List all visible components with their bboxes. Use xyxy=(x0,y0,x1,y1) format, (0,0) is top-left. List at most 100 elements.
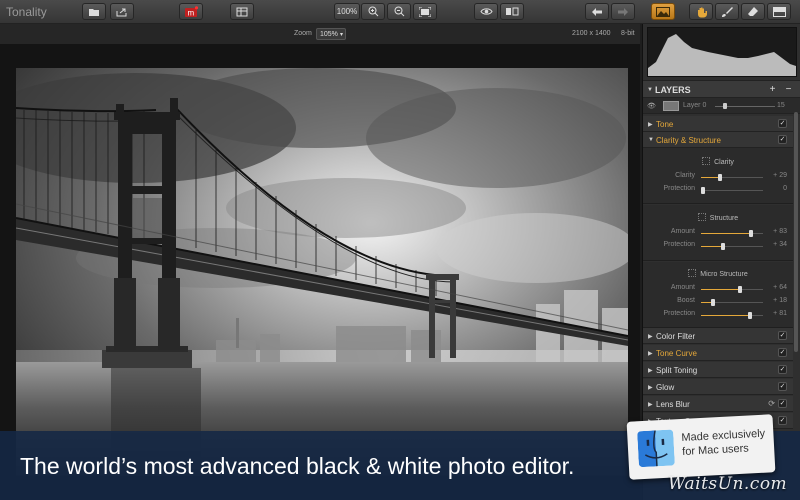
structure-group-title: Structure xyxy=(643,213,793,222)
layers-header: ▼ LAYERS + − xyxy=(643,80,800,98)
slider-track[interactable] xyxy=(701,312,763,319)
slider-track[interactable] xyxy=(701,286,763,293)
brush-button[interactable] xyxy=(715,3,739,20)
section-label: Tone xyxy=(656,120,674,129)
zoom-out-button[interactable] xyxy=(387,3,411,20)
section-clarity-structure[interactable]: ▼ Clarity & Structure ✓ xyxy=(643,132,793,148)
protection-param[interactable]: Protection + 81 xyxy=(643,310,793,320)
fit-screen-button[interactable] xyxy=(413,3,437,20)
slider-track[interactable] xyxy=(701,174,763,181)
m-logo-icon: m xyxy=(185,5,198,17)
protection-param[interactable]: Protection + 34 xyxy=(643,241,793,251)
badge-text: Made exclusively for Mac users xyxy=(681,427,766,458)
fit-screen-icon xyxy=(419,6,431,17)
section-split-toning[interactable]: ▶ Split Toning ✓ xyxy=(643,362,793,378)
remove-layer-button[interactable]: − xyxy=(783,84,794,95)
amount-param[interactable]: Amount + 64 xyxy=(643,284,793,294)
brush-icon xyxy=(722,6,733,17)
open-folder-icon xyxy=(89,8,99,16)
sync-icon[interactable]: ⟳ xyxy=(768,399,775,408)
split-view-icon xyxy=(506,7,519,16)
tone-checkbox[interactable]: ✓ xyxy=(778,119,787,128)
clarity-group: Clarity Clarity + 29 Protection 0 xyxy=(643,148,793,204)
color-filter-checkbox[interactable]: ✓ xyxy=(778,331,787,340)
layer-name: Layer 0 xyxy=(683,102,707,109)
panel-scrollbar[interactable] xyxy=(794,112,798,352)
layer-row[interactable]: 👁 Layer 0 15 xyxy=(643,98,800,114)
boost-param[interactable]: Boost + 18 xyxy=(643,297,793,307)
compare-button[interactable] xyxy=(230,3,254,20)
landscape-button[interactable] xyxy=(651,3,675,20)
lens-blur-checkbox[interactable]: ✓ xyxy=(778,399,787,408)
tone-curve-checkbox[interactable]: ✓ xyxy=(778,348,787,357)
info-bar: Zoom 105% ▾ 2100 x 1400 8-bit xyxy=(0,24,640,44)
section-label: Glow xyxy=(656,383,675,392)
slider-knob[interactable] xyxy=(718,174,722,181)
section-lens-blur[interactable]: ▶ Lens Blur ⟳ ✓ xyxy=(643,396,793,412)
zoom-in-button[interactable] xyxy=(361,3,385,20)
zoom-100-button[interactable]: 100% xyxy=(334,3,360,20)
bit-depth: 8-bit xyxy=(621,30,635,37)
finder-icon xyxy=(637,429,675,468)
hand-tool-icon xyxy=(697,7,707,17)
layer-opacity-knob[interactable] xyxy=(723,103,727,109)
app-title: Tonality xyxy=(6,5,47,19)
slider-track[interactable] xyxy=(701,243,763,250)
section-color-filter[interactable]: ▶ Color Filter ✓ xyxy=(643,328,793,344)
slider-track[interactable] xyxy=(701,230,763,237)
split-view-button[interactable] xyxy=(500,3,524,20)
preview-button[interactable] xyxy=(474,3,498,20)
amount-param[interactable]: Amount + 83 xyxy=(643,228,793,238)
section-label: Lens Blur xyxy=(656,400,690,409)
zoom-select-value: 105% xyxy=(320,31,338,38)
split-toning-checkbox[interactable]: ✓ xyxy=(778,365,787,374)
chevron-down-icon[interactable]: ▼ xyxy=(647,87,653,93)
section-label: Color Filter xyxy=(656,332,696,341)
undo-button[interactable] xyxy=(585,3,609,20)
clarity-checkbox[interactable]: ✓ xyxy=(778,135,787,144)
slider-knob[interactable] xyxy=(721,243,725,250)
add-layer-button[interactable]: + xyxy=(767,84,778,95)
section-tone-curve[interactable]: ▶ Tone Curve ✓ xyxy=(643,345,793,361)
slider-knob[interactable] xyxy=(738,286,742,293)
chevron-right-icon: ▶ xyxy=(648,368,653,374)
zoom-select[interactable]: 105% ▾ xyxy=(316,28,346,40)
slider-knob[interactable] xyxy=(701,187,705,194)
slider-track[interactable] xyxy=(701,187,763,194)
slider-knob[interactable] xyxy=(748,312,752,319)
slider-knob[interactable] xyxy=(711,299,715,306)
eye-icon[interactable]: 👁 xyxy=(647,102,656,110)
layer-thumbnail xyxy=(663,101,679,111)
layer-opacity-value: 15 xyxy=(777,102,785,109)
section-glow[interactable]: ▶ Glow ✓ xyxy=(643,379,793,395)
slider-track[interactable] xyxy=(701,299,763,306)
eye-preview-icon xyxy=(479,8,493,15)
slider-knob[interactable] xyxy=(749,230,753,237)
chevron-right-icon: ▶ xyxy=(648,385,653,391)
mask-button[interactable]: m xyxy=(179,3,203,20)
histogram xyxy=(647,27,797,77)
eraser-icon xyxy=(748,7,758,16)
glow-checkbox[interactable]: ✓ xyxy=(778,382,787,391)
gradient-button[interactable] xyxy=(767,3,791,20)
hand-tool-button[interactable] xyxy=(689,3,713,20)
svg-text:m: m xyxy=(188,8,195,17)
micro-structure-icon xyxy=(688,269,697,277)
eraser-button[interactable] xyxy=(741,3,765,20)
micro-structure-group: Micro Structure Amount + 64 Boost + 18 Pro… xyxy=(643,262,793,328)
layer-opacity-slider[interactable] xyxy=(715,103,775,109)
structure-group: Structure Amount + 83 Protection + 34 xyxy=(643,205,793,261)
zoom-label: Zoom xyxy=(294,30,312,37)
clarity-param[interactable]: Clarity + 29 xyxy=(643,172,793,182)
zoom-percent: 100% xyxy=(336,7,358,16)
image-dimensions: 2100 x 1400 xyxy=(572,30,611,37)
bridge-photo[interactable] xyxy=(16,68,628,476)
section-tone[interactable]: ▶ Tone ✓ xyxy=(643,116,793,132)
redo-button[interactable] xyxy=(611,3,635,20)
chevron-right-icon: ▶ xyxy=(648,122,653,128)
open-button[interactable] xyxy=(82,3,106,20)
share-button[interactable] xyxy=(110,3,134,20)
chevron-right-icon: ▶ xyxy=(648,334,653,340)
texture-overlay-checkbox[interactable]: ✓ xyxy=(778,416,787,425)
protection-param[interactable]: Protection 0 xyxy=(643,185,793,195)
